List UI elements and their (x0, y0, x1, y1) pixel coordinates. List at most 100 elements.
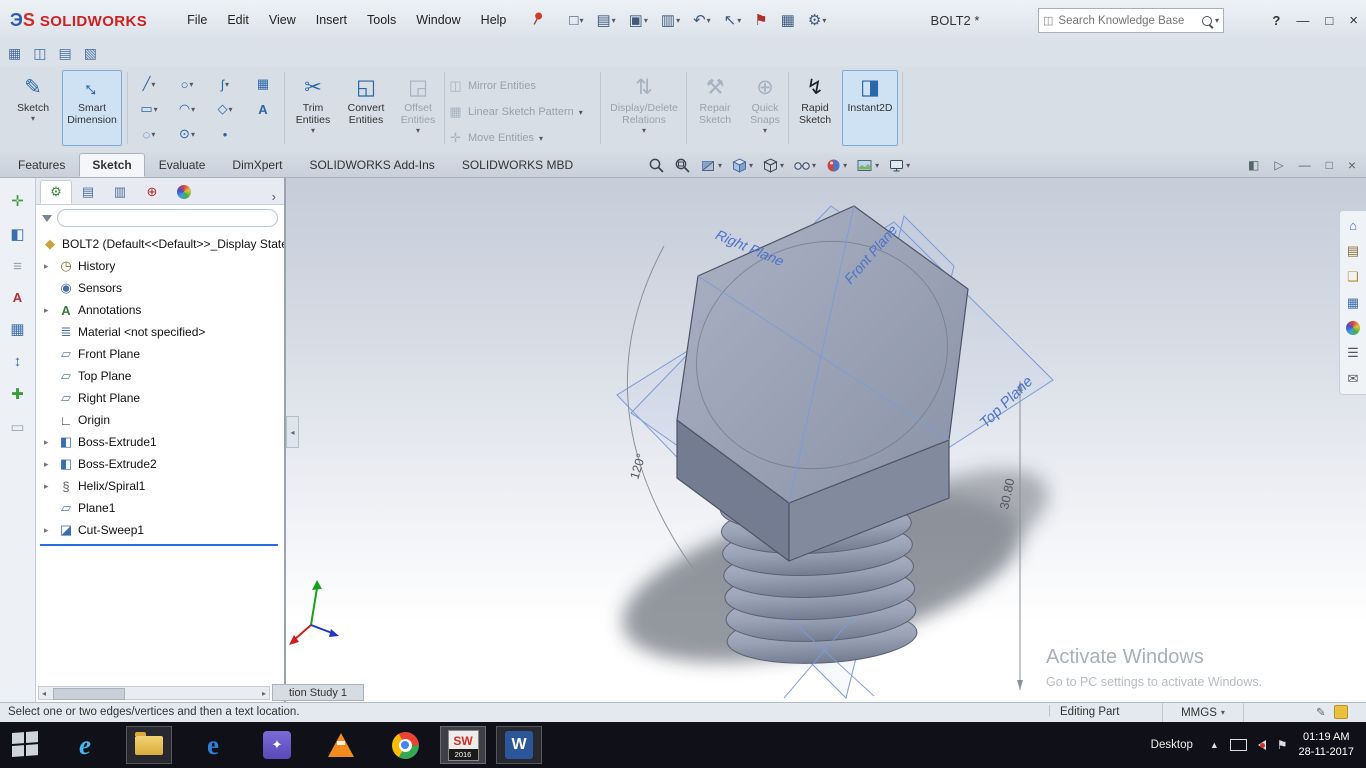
graphics-viewport[interactable]: 30.80 120° Right Plane Front Plane Top P… (286, 178, 1366, 702)
tab-configuration-manager[interactable]: ▥ (104, 180, 136, 204)
display-style-button[interactable]: ▾ (762, 157, 784, 174)
expand-arrow-icon[interactable]: ▸ (44, 437, 54, 448)
tab-features[interactable]: Features (5, 153, 78, 177)
offset-entities-button[interactable]: ◲ Offset Entities ▾ (394, 70, 442, 146)
tree-item-sensors[interactable]: ◉ Sensors (36, 277, 284, 299)
taskbar-solidworks-icon[interactable]: SW 2016 (440, 726, 486, 764)
tab-mbd[interactable]: SOLIDWORKS MBD (449, 153, 586, 177)
tray-clock[interactable]: 01:19 AM 28-11-2017 (1299, 730, 1358, 761)
knowledge-base-search[interactable]: ◫ ▾ (1038, 8, 1224, 33)
sketch-command-button[interactable]: ✎ Sketch ▾ (6, 70, 60, 146)
tool-line[interactable]: ╱ ▾ (130, 73, 168, 95)
hide-show-items-button[interactable]: ▾ (793, 157, 816, 174)
document-compare-icon[interactable]: ▤ (58, 45, 71, 62)
search-input[interactable] (1056, 13, 1199, 28)
left-toolbar-icon-7[interactable]: ✚ (11, 385, 24, 403)
expand-arrow-icon[interactable]: ▸ (44, 525, 54, 536)
taskbar-edge-icon[interactable]: e (190, 726, 236, 764)
instant2d-button[interactable]: ◨ Instant2D (842, 70, 898, 146)
tree-item-front-plane[interactable]: ▱ Front Plane (36, 343, 284, 365)
display-delete-relations-button[interactable]: ⇅ Display/Delete Relations ▾ (604, 70, 684, 146)
taskbar-chrome-icon[interactable] (382, 726, 428, 764)
dock-left-icon[interactable]: ◧ (1248, 158, 1259, 172)
taskpane-appearances-icon[interactable] (1346, 321, 1360, 335)
xpress-products-button[interactable]: ⚑ (752, 9, 769, 31)
tree-item-helix-spiral1[interactable]: ▸ § Helix/Spiral1 (36, 475, 284, 497)
tab-feature-tree[interactable]: ⚙ (40, 180, 72, 204)
undo-button[interactable]: ↶ ▾ (691, 9, 713, 31)
tree-item-boss-extrude1[interactable]: ▸ ◧ Boss-Extrude1 (36, 431, 284, 453)
print-button[interactable]: ▥ ▾ (659, 9, 682, 31)
tab-dimxpert-manager[interactable]: ⊕ (136, 180, 168, 204)
tab-sketch[interactable]: Sketch (79, 153, 145, 177)
search-caret-icon[interactable]: ▾ (1215, 16, 1219, 25)
tool-spline[interactable]: ʃ ▾ (206, 73, 244, 95)
tray-monitor-icon[interactable] (1229, 739, 1247, 751)
menu-insert[interactable]: Insert (306, 8, 357, 32)
tool-sketch-pattern[interactable]: ▦ (244, 73, 282, 95)
taskbar-file-explorer-icon[interactable] (126, 726, 172, 764)
menu-view[interactable]: View (259, 8, 306, 32)
tab-addins[interactable]: SOLIDWORKS Add-Ins (296, 153, 447, 177)
left-toolbar-icon-6[interactable]: ↕ (14, 353, 22, 370)
scrollbar-thumb[interactable] (53, 688, 125, 700)
tree-item-boss-extrude2[interactable]: ▸ ◧ Boss-Extrude2 (36, 453, 284, 475)
left-toolbar-icon-8[interactable]: ▭ (10, 418, 24, 436)
expand-arrow-icon[interactable]: ▸ (44, 481, 54, 492)
doc-minimize-button[interactable]: — (1299, 158, 1311, 172)
view-orientation-button[interactable]: ▾ (731, 157, 753, 174)
taskbar-app-icon[interactable]: ✦ (254, 726, 300, 764)
move-entities-button[interactable]: ✛ Move Entities ▾ (448, 126, 600, 150)
dock-right-icon[interactable]: ▷ (1274, 158, 1283, 172)
rapid-sketch-button[interactable]: ↯ Rapid Sketch (792, 70, 838, 146)
select-button[interactable]: ↖ ▾ (722, 9, 744, 31)
left-toolbar-icon-3[interactable]: ≡ (13, 258, 22, 275)
task-scheduler-button[interactable]: ▦ (779, 9, 797, 31)
trim-entities-button[interactable]: ✂ Trim Entities ▾ (288, 70, 338, 146)
edit-appearance-button[interactable]: ▾ (825, 157, 847, 174)
search-icon[interactable] (1201, 15, 1212, 26)
save-button[interactable]: ▣ ▾ (627, 9, 650, 31)
taskbar-ie-icon[interactable]: e (62, 726, 108, 764)
section-view-button[interactable]: ▾ (700, 157, 722, 174)
zoom-area-button[interactable] (674, 157, 691, 174)
expand-arrow-icon[interactable]: ▸ (44, 261, 54, 272)
repair-sketch-button[interactable]: ⚒ Repair Sketch (690, 70, 740, 146)
open-button[interactable]: ▤ ▾ (594, 9, 617, 31)
doc-restore-button[interactable]: □ (1326, 158, 1333, 172)
expand-arrow-icon[interactable]: ▸ (44, 459, 54, 470)
tab-display-manager[interactable] (168, 180, 200, 204)
view-settings-button[interactable]: ▾ (888, 157, 910, 174)
split-view-icon[interactable]: ◫ (33, 45, 46, 62)
tab-property-manager[interactable]: ▤ (72, 180, 104, 204)
menu-tools[interactable]: Tools (357, 8, 406, 32)
left-toolbar-icon-5[interactable]: ▦ (10, 320, 24, 338)
edit-pencil-icon[interactable]: ✎ (1316, 705, 1326, 719)
taskpane-file-explorer-icon[interactable]: ▦ (1347, 295, 1359, 311)
tag-icon[interactable] (1333, 705, 1348, 719)
zoom-fit-button[interactable] (648, 157, 665, 174)
quick-snaps-button[interactable]: ⊕ Quick Snaps ▾ (742, 70, 788, 146)
tree-item-top-plane[interactable]: ▱ Top Plane (36, 365, 284, 387)
left-toolbar-icon-4[interactable]: A (13, 290, 22, 305)
panel-expand-icon[interactable]: › (268, 189, 280, 204)
tool-arc[interactable]: ◠ ▾ (168, 98, 206, 120)
maximize-button[interactable]: □ (1325, 13, 1333, 28)
close-button[interactable]: × (1349, 12, 1358, 29)
tree-filter-input[interactable] (57, 209, 278, 227)
smart-dimension-button[interactable]: ↔ Smart Dimension (62, 70, 122, 146)
tool-rectangle[interactable]: ▭ ▾ (130, 98, 168, 120)
scroll-left-icon[interactable]: ◂ (39, 689, 49, 698)
tree-item-plane1[interactable]: ▱ Plane1 (36, 497, 284, 519)
scroll-right-icon[interactable]: ▸ (259, 689, 269, 698)
menu-file[interactable]: File (177, 8, 217, 32)
taskpane-home-icon[interactable]: ⌂ (1349, 218, 1357, 233)
viewport-layout-icon[interactable]: ▦ (8, 45, 21, 62)
tree-item-history[interactable]: ▸ ◷ History (36, 255, 284, 277)
tool-centerpoint[interactable]: • (206, 123, 244, 145)
tile-windows-icon[interactable]: ▧ (84, 45, 97, 62)
tray-volume-icon[interactable] (1257, 740, 1266, 750)
help-button[interactable]: ? (1272, 13, 1280, 28)
taskbar-vlc-icon[interactable] (318, 726, 364, 764)
tool-polygon[interactable]: ◇ ▾ (206, 98, 244, 120)
